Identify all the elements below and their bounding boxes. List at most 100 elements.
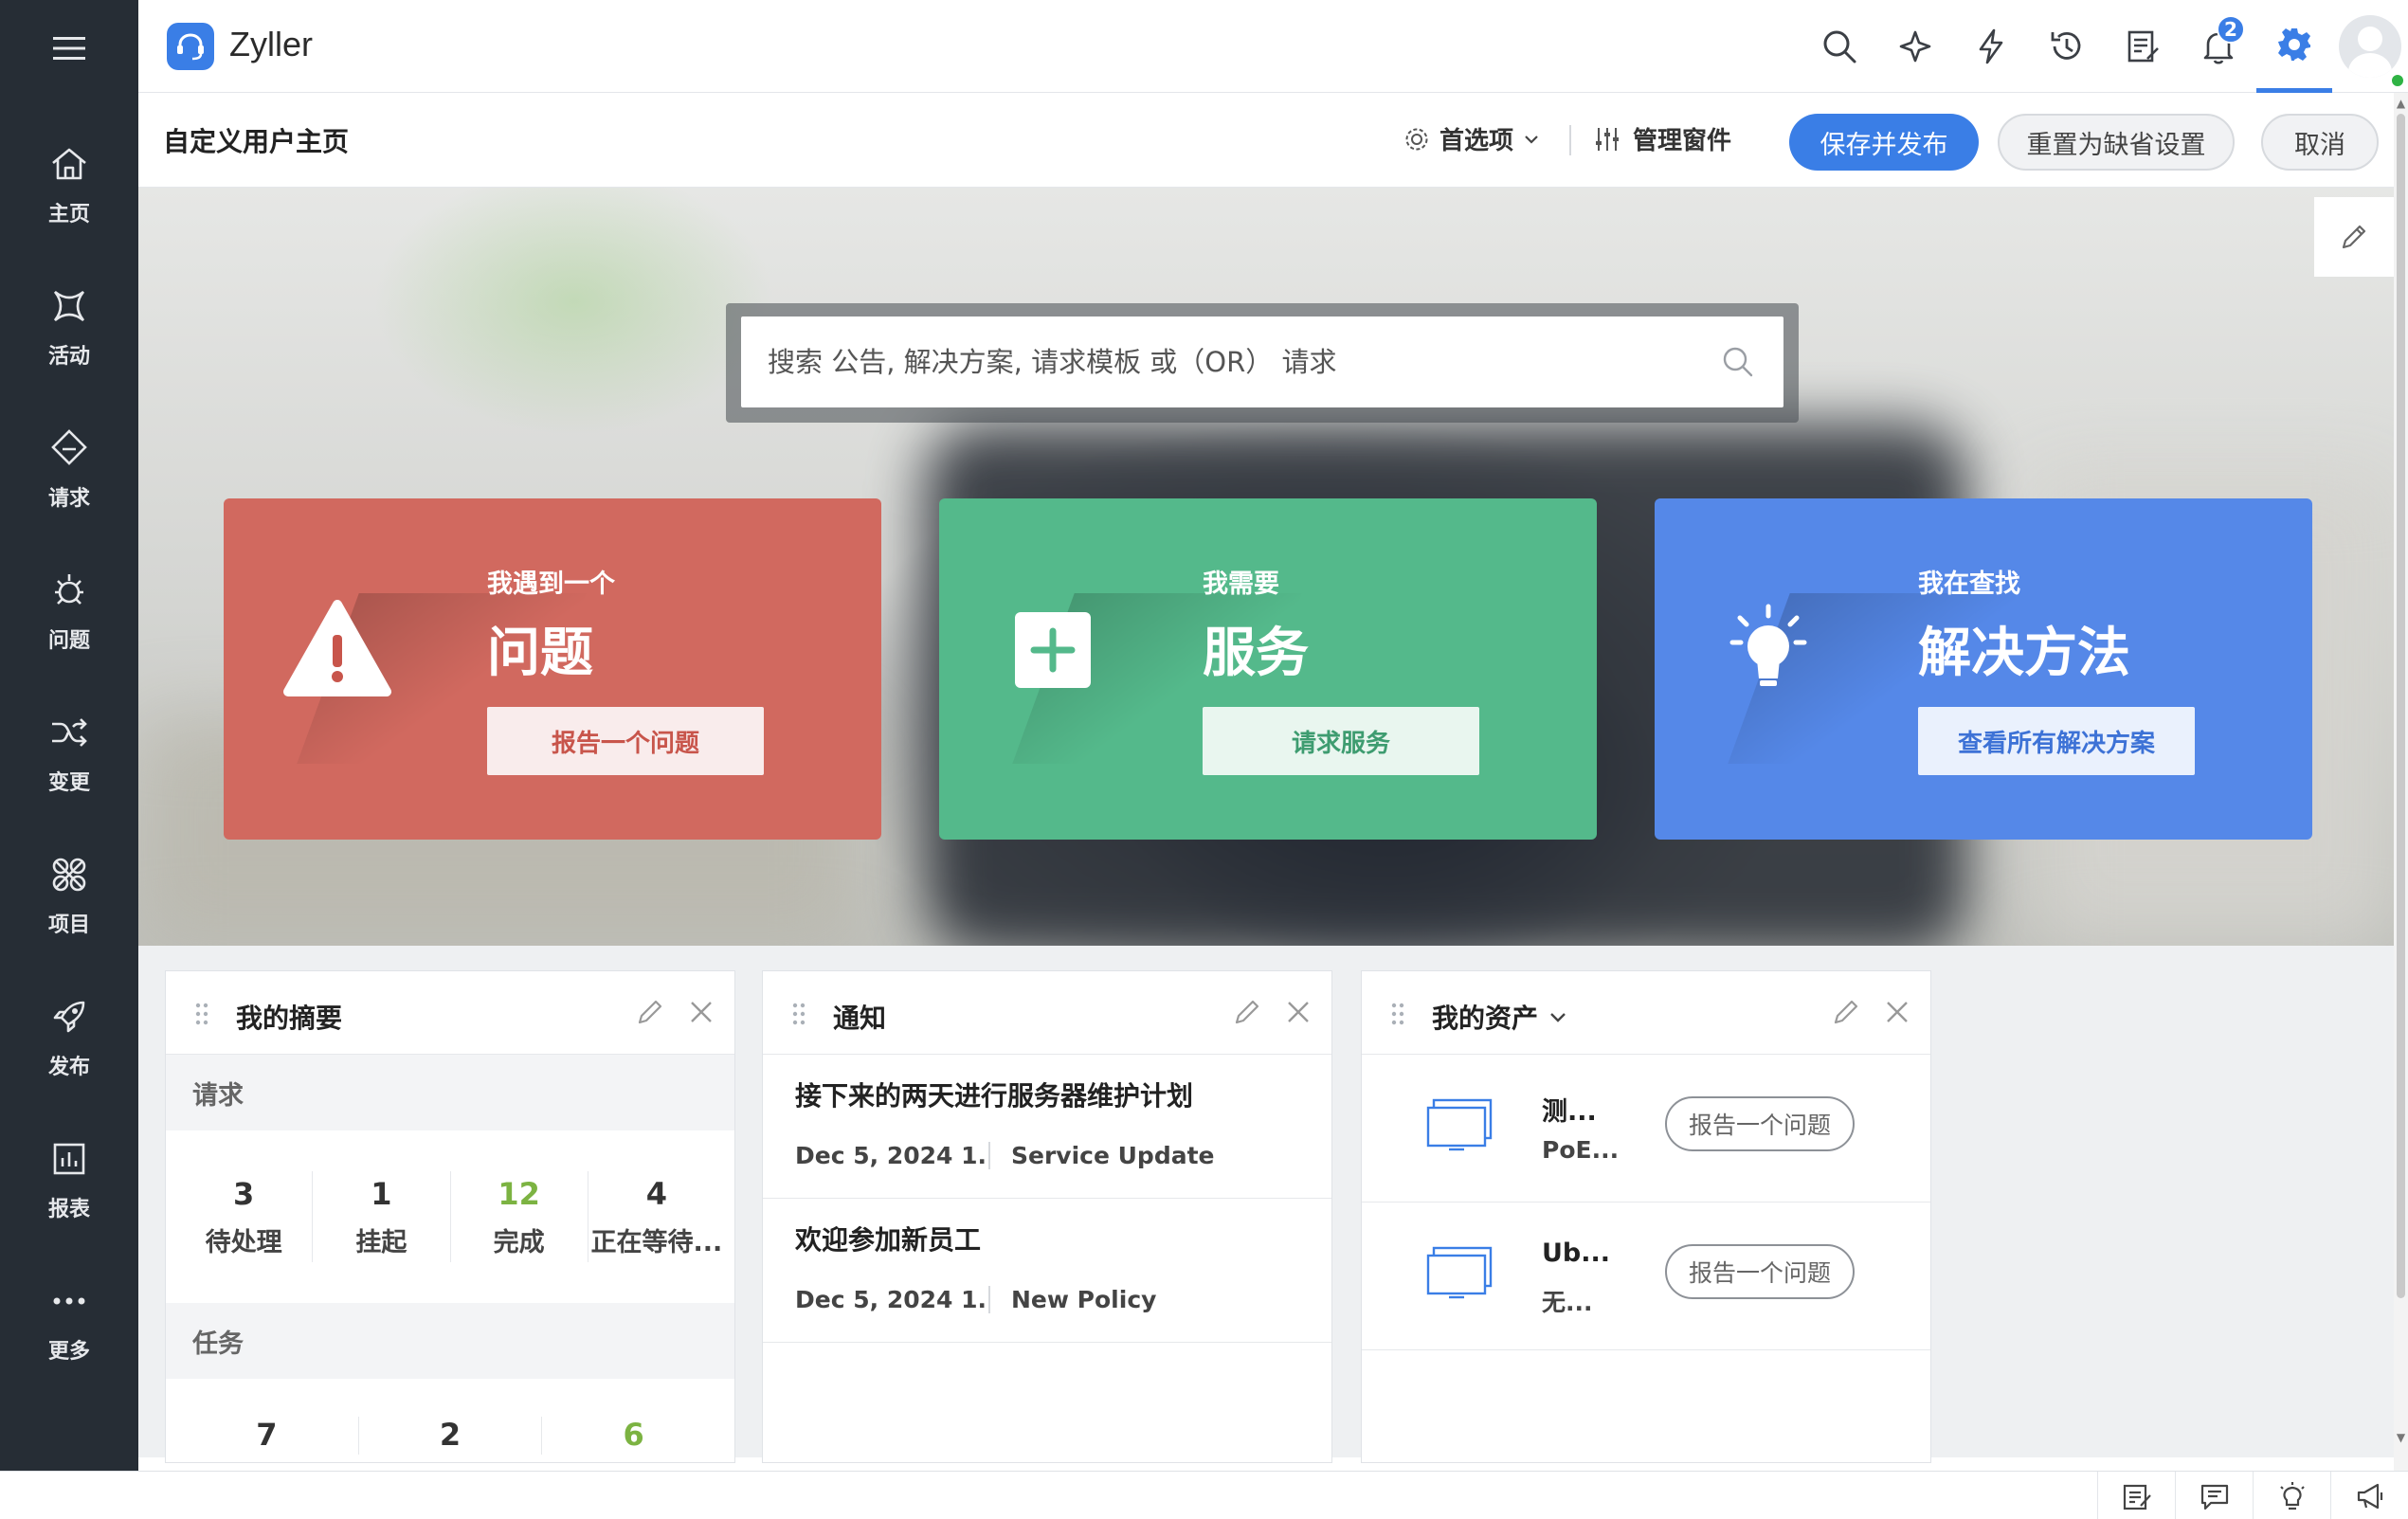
cancel-button[interactable]: 取消 xyxy=(2261,114,2379,171)
bottom-actions xyxy=(2097,1472,2408,1519)
stat-number: 4 xyxy=(645,1175,667,1212)
save-publish-button[interactable]: 保存并发布 xyxy=(1789,114,1979,171)
sidebar-item-activity[interactable]: 活动 xyxy=(0,256,138,398)
request-service-card: 我需要 服务 请求服务 xyxy=(939,498,1597,840)
sidebar-item-requests[interactable]: 请求 xyxy=(0,398,138,540)
sidebar-item-label: 更多 xyxy=(47,1340,90,1364)
close-icon[interactable] xyxy=(1282,996,1314,1028)
widget-actions xyxy=(634,996,717,1028)
sidebar-item-label: 主页 xyxy=(47,203,90,226)
widget-actions xyxy=(1830,996,1913,1028)
my-assets-widget: 我的资产 测... PoE... 报告一个问题 Ub... 无... 报告一个问… xyxy=(1361,970,1931,1463)
search-icon[interactable] xyxy=(1719,343,1757,381)
scroll-down-arrow-icon[interactable]: ▼ xyxy=(2396,1432,2406,1443)
app-logo[interactable] xyxy=(167,23,214,70)
asset-detail: PoE... xyxy=(1542,1136,1620,1164)
sidebar-item-releases[interactable]: 发布 xyxy=(0,967,138,1109)
widget-header: 我的摘要 xyxy=(166,971,734,1055)
chevron-down-icon xyxy=(1550,1013,1566,1022)
scroll-up-arrow-icon[interactable]: ▲ xyxy=(2396,98,2406,109)
stat-label: 待处理 xyxy=(205,1227,282,1257)
ai-assist-button[interactable] xyxy=(1877,0,1953,93)
stat-completed[interactable]: 12 完成 xyxy=(451,1171,588,1262)
task-stat[interactable]: 6 xyxy=(542,1417,725,1455)
more-dots-icon xyxy=(53,1297,85,1305)
notifications-button[interactable]: 2 xyxy=(2181,0,2256,93)
card-kicker: 我需要 xyxy=(1203,570,1279,599)
stat-pending[interactable]: 3 待处理 xyxy=(175,1171,314,1262)
sidebar-item-label: 报表 xyxy=(47,1198,90,1221)
notification-item[interactable]: 欢迎参加新员工 Dec 5, 2024 1... New Policy xyxy=(763,1199,1331,1343)
history-button[interactable] xyxy=(2029,0,2105,93)
customize-toolbar: 自定义用户主页 首选项 管理窗件 保存并发布 重置为缺省设置 取消 xyxy=(138,93,2394,188)
sidebar-item-label: 活动 xyxy=(47,345,90,369)
asset-item[interactable]: 测... PoE... 报告一个问题 xyxy=(1362,1055,1930,1203)
online-status-dot xyxy=(2389,72,2406,89)
stat-on-hold[interactable]: 1 挂起 xyxy=(313,1171,451,1262)
quick-note-button[interactable] xyxy=(2097,1472,2175,1519)
sidebar-item-changes[interactable]: 变更 xyxy=(0,682,138,824)
widget-actions xyxy=(1231,996,1314,1028)
drag-handle-icon[interactable] xyxy=(1390,1002,1405,1026)
global-search-input[interactable] xyxy=(741,316,1717,407)
stat-label: 完成 xyxy=(493,1227,545,1257)
manage-widgets-label: 管理窗件 xyxy=(1633,127,1732,155)
edit-banner-button[interactable] xyxy=(2314,197,2394,277)
report-issue-button[interactable]: 报告一个问题 xyxy=(487,707,764,775)
sidebar-item-label: 项目 xyxy=(47,913,90,937)
close-icon[interactable] xyxy=(685,996,717,1028)
scrollbar-thumb[interactable] xyxy=(2397,114,2405,1298)
ideas-button[interactable] xyxy=(2253,1472,2330,1519)
edit-icon[interactable] xyxy=(1231,996,1263,1028)
task-stat[interactable]: 7 xyxy=(175,1417,359,1455)
drag-handle-icon[interactable] xyxy=(194,1002,209,1026)
settings-button[interactable] xyxy=(2256,0,2332,93)
hamburger-menu-icon[interactable] xyxy=(49,28,89,68)
drag-handle-icon[interactable] xyxy=(791,1002,806,1026)
megaphone-icon xyxy=(2357,1483,2382,1509)
user-profile-button[interactable] xyxy=(2332,0,2408,93)
chat-bubble-icon xyxy=(2200,1484,2228,1510)
sidebar-item-projects[interactable]: 项目 xyxy=(0,824,138,967)
notification-count-badge: 2 xyxy=(2217,15,2245,44)
tasks-section-label: 任务 xyxy=(166,1303,734,1379)
gear-icon xyxy=(2278,27,2310,61)
asset-name: Ub... xyxy=(1542,1239,1611,1268)
task-stat[interactable]: 2 xyxy=(359,1417,543,1455)
preferences-label: 首选项 xyxy=(1439,127,1514,155)
notes-button[interactable] xyxy=(2105,0,2181,93)
manage-widgets-button[interactable]: 管理窗件 xyxy=(1593,121,1731,156)
search-button[interactable] xyxy=(1801,0,1877,93)
sidebar-item-reports[interactable]: 报表 xyxy=(0,1109,138,1251)
preferences-dropdown[interactable]: 首选项 xyxy=(1403,121,1540,156)
reset-default-button[interactable]: 重置为缺省设置 xyxy=(1998,114,2235,171)
request-service-button[interactable]: 请求服务 xyxy=(1203,707,1479,775)
edit-icon[interactable] xyxy=(1830,996,1862,1028)
headset-logo-icon xyxy=(177,33,204,61)
asset-item[interactable]: Ub... 无... 报告一个问题 xyxy=(1362,1203,1930,1350)
sidebar-item-more[interactable]: 更多 xyxy=(0,1251,138,1393)
sidebar-item-home[interactable]: 主页 xyxy=(0,114,138,256)
sidebar-item-problems[interactable]: 问题 xyxy=(0,540,138,682)
stat-label: 挂起 xyxy=(355,1227,407,1257)
edit-icon[interactable] xyxy=(634,996,666,1028)
report-asset-issue-button[interactable]: 报告一个问题 xyxy=(1665,1244,1855,1299)
chat-button[interactable] xyxy=(2175,1472,2253,1519)
avatar xyxy=(2339,15,2401,78)
card-headline: 问题 xyxy=(487,623,593,684)
monitor-icon xyxy=(1426,1098,1493,1151)
release-rocket-icon xyxy=(53,1001,85,1033)
assets-dropdown[interactable]: 我的资产 xyxy=(1432,998,1568,1036)
widget-title-text: 我的摘要 xyxy=(236,1003,343,1034)
notification-meta: Dec 5, 2024 1... New Policy xyxy=(795,1286,1299,1313)
report-asset-issue-button[interactable]: 报告一个问题 xyxy=(1665,1096,1855,1151)
notification-item[interactable]: 接下来的两天进行服务器维护计划 Dec 5, 2024 1... Service… xyxy=(763,1055,1331,1199)
view-solutions-button[interactable]: 查看所有解决方案 xyxy=(1918,707,2195,775)
sidebar-item-label: 请求 xyxy=(47,487,90,511)
stat-number: 7 xyxy=(256,1417,278,1453)
close-icon[interactable] xyxy=(1881,996,1913,1028)
quick-actions-button[interactable] xyxy=(1953,0,2029,93)
stat-awaiting[interactable]: 4 正在等待... xyxy=(588,1171,725,1262)
announce-button[interactable] xyxy=(2330,1472,2408,1519)
project-icon xyxy=(52,858,86,892)
